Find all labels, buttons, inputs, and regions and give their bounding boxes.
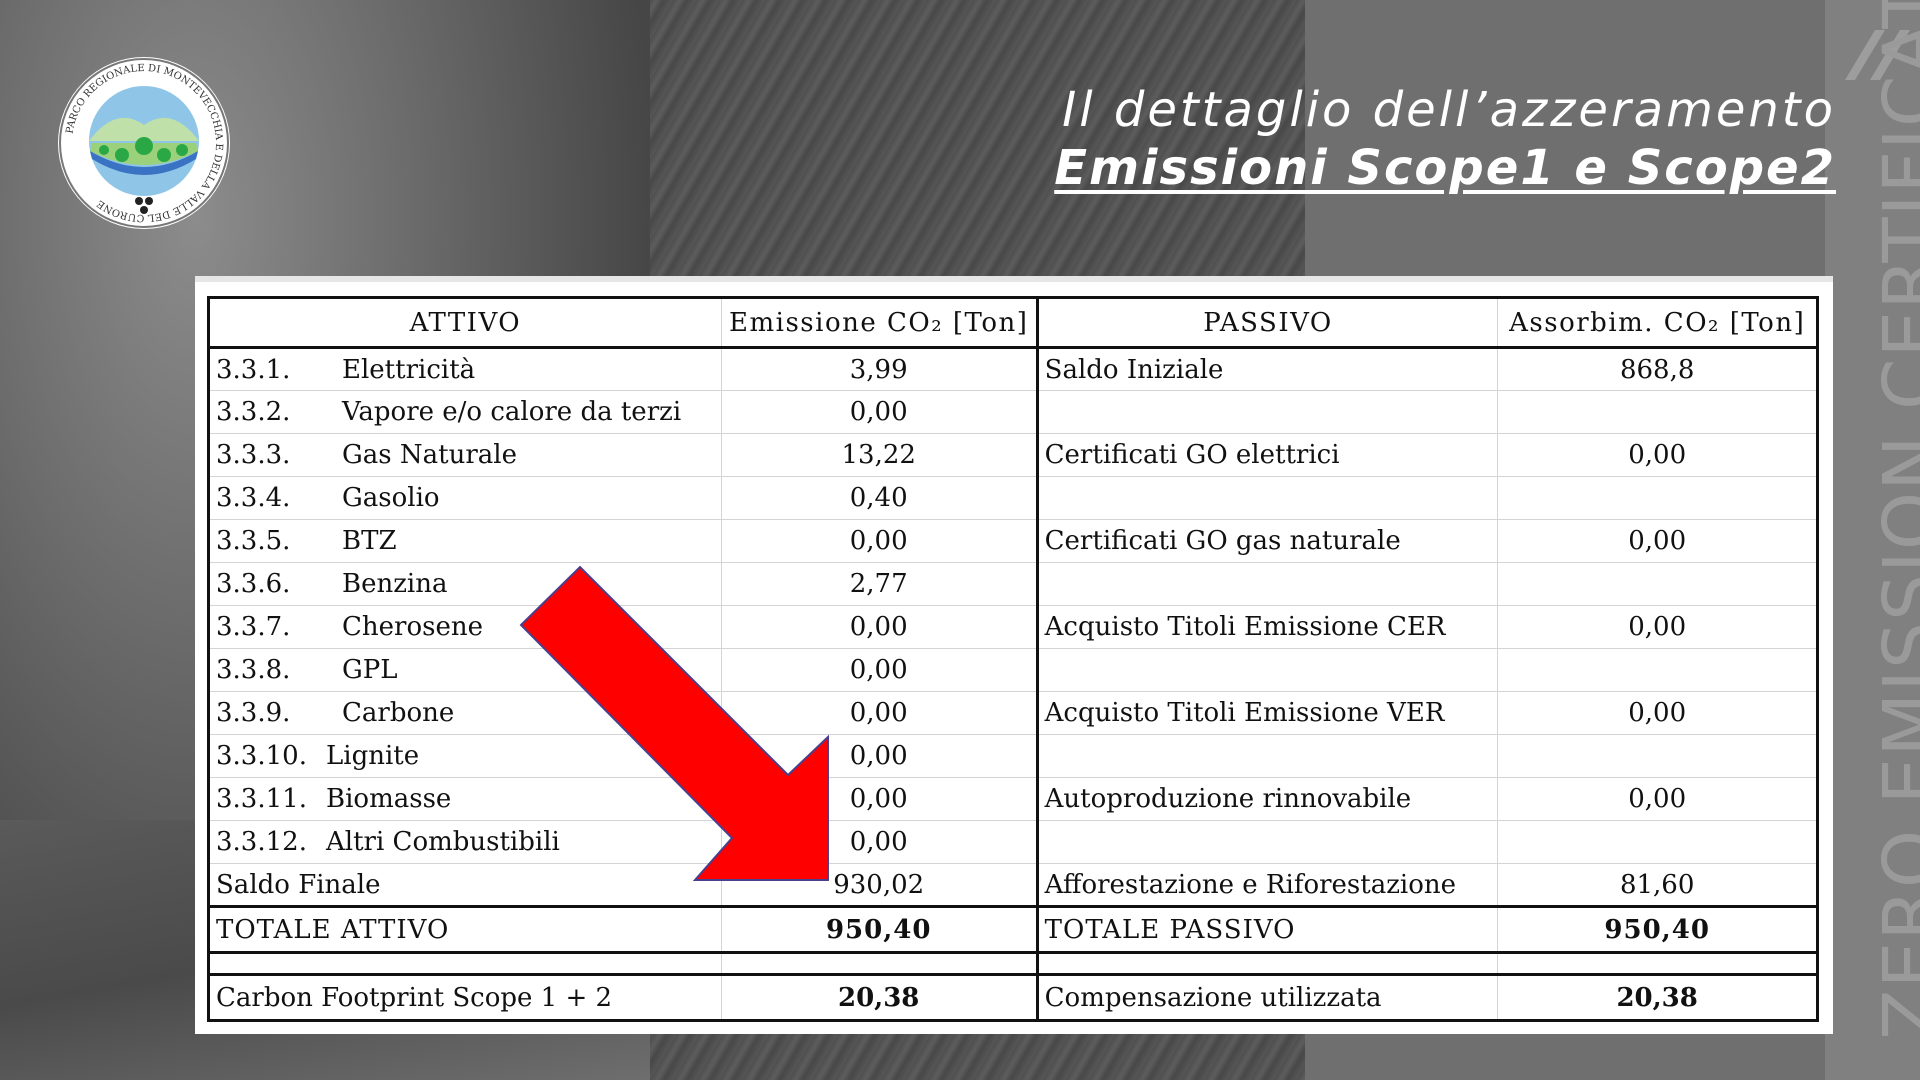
- row-code: 3.3.2.: [216, 397, 291, 427]
- row-assorbimento: [1497, 390, 1819, 434]
- row-assorbimento: [1497, 820, 1819, 864]
- row-label: Carbone: [342, 698, 455, 728]
- row-emissione: 2,77: [721, 562, 1039, 606]
- row-label: BTZ: [342, 526, 397, 556]
- row-code: 3.3.10.: [216, 741, 307, 771]
- side-strip-text: ZERO EMISSION CERTIFICATE: [1868, 0, 1920, 1040]
- table-row: 3.3.8. GPL 0,00: [207, 648, 1819, 692]
- totale-attivo-value: 950,40: [825, 914, 932, 945]
- row-assorbimento: 0,00: [1497, 691, 1819, 735]
- afforestazione-label: Afforestazione e Riforestazione: [1037, 863, 1499, 907]
- header-passivo: PASSIVO: [1037, 296, 1499, 349]
- row-code: 3.3.6.: [216, 569, 291, 599]
- row-passivo: Autoproduzione rinnovabile: [1037, 777, 1499, 821]
- row-passivo: [1037, 820, 1499, 864]
- row-passivo: [1037, 648, 1499, 692]
- footprint-row: Carbon Footprint Scope 1 + 2 20,38 Compe…: [207, 973, 1819, 1022]
- row-code: 3.3.1.: [216, 354, 291, 385]
- table-row: 3.3.4. Gasolio 0,40: [207, 476, 1819, 520]
- row-emissione: 0,00: [721, 820, 1039, 864]
- row-code: 3.3.3.: [216, 440, 291, 470]
- row-passivo: [1037, 562, 1499, 606]
- table-row: 3.3.12. Altri Combustibili 0,00: [207, 820, 1819, 864]
- afforestazione-value: 81,60: [1497, 863, 1819, 907]
- row-assorbimento: 0,00: [1497, 433, 1819, 477]
- row-emissione: 0,00: [721, 691, 1039, 735]
- row-assorbimento: [1497, 734, 1819, 778]
- row-emissione: 0,00: [721, 648, 1039, 692]
- totale-row: TOTALE ATTIVO 950,40 TOTALE PASSIVO 950,…: [207, 905, 1819, 954]
- row-passivo: [1037, 734, 1499, 778]
- table-row: 3.3.10. Lignite 0,00: [207, 734, 1819, 778]
- row-emissione: 0,00: [721, 390, 1039, 434]
- header-assorbimento: Assorbim. CO₂ [Ton]: [1497, 296, 1819, 349]
- row-label: Gasolio: [342, 483, 440, 513]
- row-code: 3.3.12.: [216, 827, 307, 857]
- table-row: 3.3.2. Vapore e/o calore da terzi 0,00: [207, 390, 1819, 434]
- row-code: 3.3.9.: [216, 698, 291, 728]
- row-emissione: 0,00: [721, 777, 1039, 821]
- row-emissione: 0,00: [721, 519, 1039, 563]
- table-header-row: ATTIVO Emissione CO₂ [Ton] PASSIVO Assor…: [207, 296, 1819, 349]
- row-passivo: Saldo Iniziale: [1037, 347, 1499, 391]
- saldo-finale-emissione: 930,02: [721, 863, 1039, 907]
- row-code: 3.3.11.: [216, 784, 307, 814]
- row-label: Cherosene: [342, 612, 483, 642]
- row-passivo: Certificati GO gas naturale: [1037, 519, 1499, 563]
- table-row: 3.3.6. Benzina 2,77: [207, 562, 1819, 606]
- row-assorbimento: [1497, 562, 1819, 606]
- row-label: Gas Naturale: [342, 440, 517, 470]
- totale-attivo-label: TOTALE ATTIVO: [207, 905, 722, 954]
- table-row: 3.3.1. Elettricità 3,99 Saldo Iniziale 86…: [207, 347, 1819, 391]
- row-assorbimento: 0,00: [1497, 605, 1819, 649]
- table-row: 3.3.9. Carbone 0,00 Acquisto Titoli Emiss…: [207, 691, 1819, 735]
- carbon-footprint-value: 20,38: [837, 982, 920, 1013]
- row-emissione: 13,22: [721, 433, 1039, 477]
- row-passivo: [1037, 390, 1499, 434]
- carbon-footprint-label: Carbon Footprint Scope 1 + 2: [207, 973, 722, 1022]
- row-passivo: Certificati GO elettrici: [1037, 433, 1499, 477]
- park-logo: PARCO REGIONALE DI MONTEVECCHIA E DELLA …: [58, 57, 230, 229]
- slide-title-line2: Emissioni Scope1 e Scope2: [1054, 140, 1836, 196]
- header-attivo: ATTIVO: [207, 296, 722, 349]
- row-code: 3.3.8.: [216, 655, 291, 685]
- table-row: 3.3.5. BTZ 0,00 Certificati GO gas natura…: [207, 519, 1819, 563]
- row-emissione: 0,00: [721, 605, 1039, 649]
- row-label: Vapore e/o calore da terzi: [342, 397, 682, 427]
- row-label: Lignite: [326, 741, 420, 771]
- table-row: 3.3.3. Gas Naturale 13,22 Certificati GO …: [207, 433, 1819, 477]
- row-assorbimento: 868,8: [1497, 347, 1819, 391]
- row-code: 3.3.5.: [216, 526, 291, 556]
- saldo-finale-label: Saldo Finale: [207, 863, 722, 907]
- emissions-table: ATTIVO Emissione CO₂ [Ton] PASSIVO Assor…: [207, 296, 1819, 1022]
- slide-title-line1: Il dettaglio dell’azzeramento: [1062, 82, 1836, 138]
- totale-passivo-value: 950,40: [1604, 914, 1710, 945]
- saldo-finale-row: Saldo Finale 930,02 Afforestazione e Rif…: [207, 863, 1819, 907]
- row-assorbimento: 0,00: [1497, 777, 1819, 821]
- spacer-row: [207, 952, 1819, 975]
- row-passivo: Acquisto Titoli Emissione VER: [1037, 691, 1499, 735]
- row-assorbimento: 0,00: [1497, 519, 1819, 563]
- compensazione-label: Compensazione utilizzata: [1037, 973, 1499, 1022]
- table-row: 3.3.11. Biomasse 0,00 Autoproduzione rinn…: [207, 777, 1819, 821]
- compensazione-value: 20,38: [1616, 982, 1698, 1013]
- row-label: Altri Combustibili: [326, 827, 560, 857]
- row-code: 3.3.4.: [216, 483, 291, 513]
- header-emissione: Emissione CO₂ [Ton]: [721, 296, 1039, 349]
- row-assorbimento: [1497, 648, 1819, 692]
- row-assorbimento: [1497, 476, 1819, 520]
- row-passivo: [1037, 476, 1499, 520]
- row-label: Biomasse: [326, 784, 452, 814]
- row-passivo: Acquisto Titoli Emissione CER: [1037, 605, 1499, 649]
- emissions-table-sheet: ATTIVO Emissione CO₂ [Ton] PASSIVO Assor…: [195, 276, 1833, 1034]
- row-label: GPL: [342, 655, 398, 685]
- row-emissione: 0,00: [721, 734, 1039, 778]
- table-row: 3.3.7. Cherosene 0,00 Acquisto Titoli Emi…: [207, 605, 1819, 649]
- row-emissione: 3,99: [721, 347, 1039, 391]
- row-code: 3.3.7.: [216, 612, 291, 642]
- row-label: Benzina: [342, 569, 448, 599]
- totale-passivo-label: TOTALE PASSIVO: [1037, 905, 1499, 954]
- row-emissione: 0,40: [721, 476, 1039, 520]
- row-label: Elettricità: [342, 354, 476, 385]
